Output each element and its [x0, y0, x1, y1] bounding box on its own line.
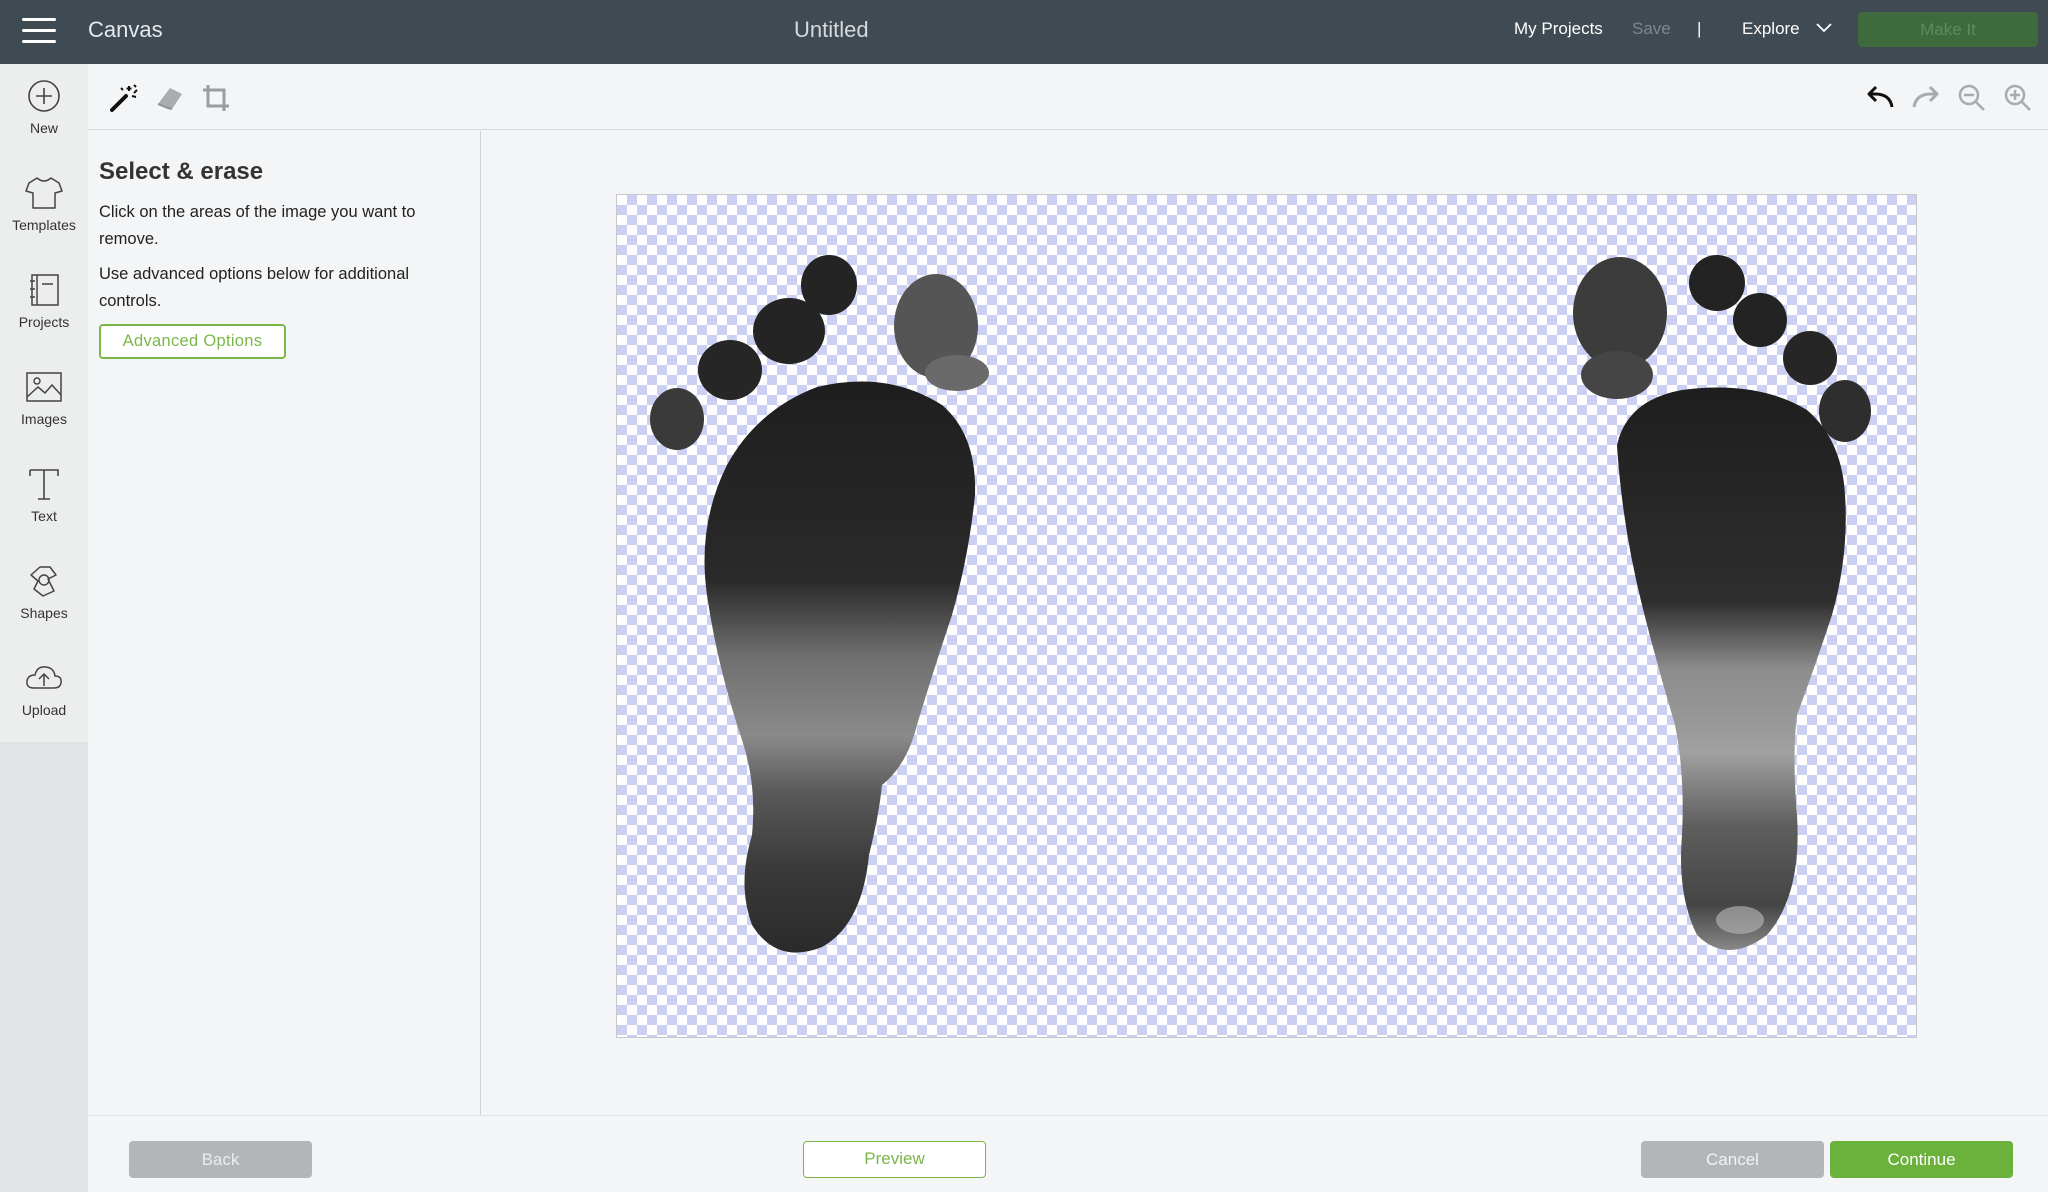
sidebar-item-shapes[interactable]: Shapes [0, 549, 88, 645]
sidebar-item-new[interactable]: New [0, 64, 88, 160]
sidebar-item-templates[interactable]: Templates [0, 161, 88, 257]
left-sidebar: New Templates Projects Images Text Shape… [0, 64, 88, 1192]
sidebar-item-images[interactable]: Images [0, 355, 88, 451]
advanced-options-button[interactable]: Advanced Options [99, 324, 286, 359]
preview-button[interactable]: Preview [803, 1141, 986, 1178]
document-title[interactable]: Untitled [794, 17, 869, 43]
panel-hint: Use advanced options below for additiona… [99, 265, 410, 310]
top-bar: Canvas Untitled My Projects Save | Explo… [0, 0, 2048, 64]
sidebar-item-projects[interactable]: Projects [0, 258, 88, 354]
save-link[interactable]: Save [1632, 19, 1671, 39]
sidebar-item-label: Shapes [20, 605, 68, 621]
sidebar-item-label: Projects [18, 314, 70, 330]
explore-menu[interactable]: Explore [1742, 19, 1800, 39]
text-t-icon [29, 469, 59, 500]
cancel-button[interactable]: Cancel [1641, 1141, 1824, 1178]
panel-instructions: Click on the areas of the image you want… [99, 203, 416, 248]
book-icon [30, 274, 59, 306]
my-projects-link[interactable]: My Projects [1514, 19, 1603, 39]
magic-wand-icon[interactable] [108, 82, 140, 114]
sidebar-item-label: Templates [12, 217, 76, 233]
hamburger-menu-icon[interactable] [22, 18, 56, 44]
back-button[interactable]: Back [129, 1141, 312, 1178]
sidebar-item-label: Upload [21, 702, 67, 718]
crop-icon[interactable] [200, 82, 232, 114]
right-footprint [1573, 255, 1871, 950]
nav-separator: | [1697, 19, 1702, 38]
sidebar-item-label: New [29, 120, 58, 136]
left-footprint [650, 255, 989, 953]
make-it-button[interactable]: Make It [1858, 12, 2038, 47]
undo-icon[interactable] [1864, 82, 1896, 114]
sidebar-item-label: Images [21, 411, 67, 427]
continue-button[interactable]: Continue [1830, 1141, 2013, 1178]
edit-toolbar [88, 64, 2048, 130]
image-icon [26, 372, 62, 402]
plus-circle-icon [28, 80, 60, 112]
sidebar-item-upload[interactable]: Upload [0, 646, 88, 742]
footprints-image [650, 255, 1871, 953]
app-title: Canvas [88, 17, 163, 42]
sidebar-item-text[interactable]: Text [0, 452, 88, 548]
select-erase-panel: Select & erase Click on the areas of the… [88, 131, 481, 1115]
shapes-icon [30, 566, 57, 597]
redo-icon[interactable] [1910, 82, 1942, 114]
eraser-icon[interactable] [154, 82, 186, 114]
zoom-in-icon[interactable] [2002, 82, 2034, 114]
cloud-upload-icon [26, 666, 62, 689]
zoom-out-icon[interactable] [1956, 82, 1988, 114]
panel-title: Select & erase [99, 158, 264, 185]
image-canvas[interactable] [616, 194, 1917, 1038]
chevron-down-icon[interactable] [1815, 22, 1833, 34]
sidebar-item-label: Text [31, 508, 57, 524]
bottom-action-bar: Back Preview Cancel Continue [88, 1115, 2048, 1192]
tshirt-icon [25, 177, 63, 209]
